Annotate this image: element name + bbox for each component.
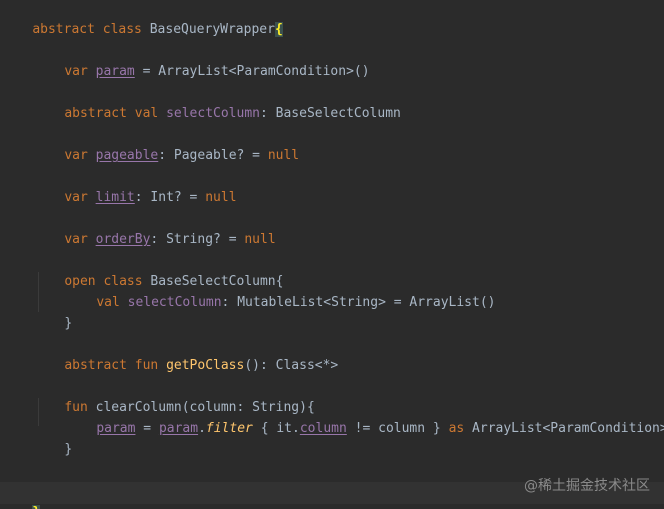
- code-line-param[interactable]: var param = ArrayList<ParamCondition>(): [33, 42, 369, 79]
- code-text: ArrayList<ParamCondition>: [464, 421, 664, 436]
- code-line-select-column[interactable]: abstract val selectColumn: BaseSelectCol…: [33, 84, 401, 121]
- keyword: var: [64, 190, 96, 205]
- property: selectColumn: [127, 295, 222, 310]
- keyword: abstract class: [32, 22, 150, 37]
- code-line-close-brace[interactable]: }: [33, 294, 72, 331]
- code-text: = ArrayList<ParamCondition>(): [134, 64, 370, 79]
- function-name: getPoClass: [166, 358, 245, 373]
- code-line-limit[interactable]: var limit: Int? = null: [33, 168, 236, 205]
- property: column: [299, 421, 347, 436]
- property: param: [95, 64, 135, 79]
- code-text: : String? =: [150, 232, 245, 247]
- closing-brace: }: [64, 316, 73, 331]
- keyword-null: null: [267, 148, 300, 163]
- keyword: abstract val: [64, 106, 167, 121]
- code-line-filter[interactable]: param = param.filter { it.column != colu…: [65, 399, 664, 436]
- keyword: var: [64, 232, 96, 247]
- code-line-get-po-class[interactable]: abstract fun getPoClass(): Class<*>: [33, 336, 338, 373]
- code-text: != column }: [346, 421, 449, 436]
- class-name: BaseQueryWrapper: [149, 22, 275, 37]
- keyword: var: [64, 64, 96, 79]
- keyword-null: null: [205, 190, 237, 205]
- code-text: =: [135, 421, 159, 436]
- property: orderBy: [95, 232, 151, 247]
- code-line-class-header[interactable]: abstract class BaseQueryWrapper{: [1, 0, 283, 37]
- keyword: val: [96, 295, 128, 310]
- code-line-clear-column[interactable]: fun clearColumn(column: String){: [33, 378, 314, 415]
- closing-brace: }: [64, 442, 73, 457]
- matched-brace: }: [32, 505, 41, 509]
- code-editor[interactable]: abstract class BaseQueryWrapper{ var par…: [0, 0, 664, 509]
- keyword-null: null: [244, 232, 276, 247]
- code-line-inner-property[interactable]: val selectColumn: MutableList<String> = …: [65, 273, 495, 310]
- code-line-pageable[interactable]: var pageable: Pageable? = null: [33, 126, 299, 163]
- property: param: [158, 421, 199, 436]
- code-text: .: [198, 421, 206, 436]
- function-name: filter: [205, 421, 253, 436]
- code-text: : BaseSelectColumn: [259, 106, 401, 121]
- code-text: { it.: [252, 421, 300, 436]
- code-text: : Int? =: [134, 190, 206, 205]
- code-text: (): Class<*>: [244, 358, 339, 373]
- property: limit: [95, 190, 135, 205]
- code-text: : MutableList<String> = ArrayList(): [221, 295, 496, 310]
- watermark: @稀土掘金技术社区: [524, 478, 650, 494]
- code-line-close-brace[interactable]: }: [33, 420, 72, 457]
- property: selectColumn: [166, 106, 260, 121]
- keyword: abstract fun: [64, 358, 167, 373]
- keyword: as: [448, 421, 465, 436]
- code-line-order-by[interactable]: var orderBy: String? = null: [33, 210, 275, 247]
- code-line-final-brace[interactable]: }: [1, 483, 41, 509]
- property: param: [96, 421, 136, 436]
- keyword: var: [64, 148, 96, 163]
- matched-brace: {: [274, 22, 283, 37]
- code-text: : Pageable? =: [158, 148, 268, 163]
- property: pageable: [95, 148, 159, 163]
- code-line-inner-class[interactable]: open class BaseSelectColumn{: [33, 252, 283, 289]
